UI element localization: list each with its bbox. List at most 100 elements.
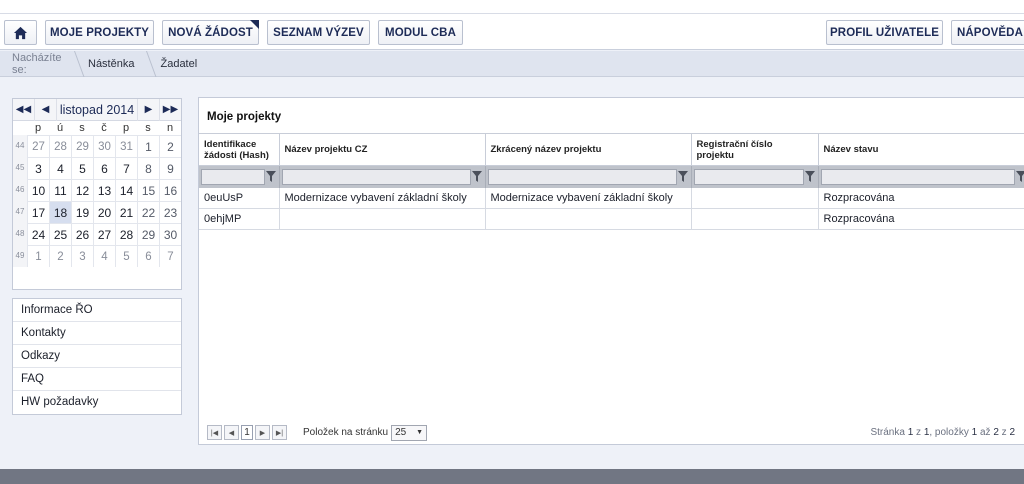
calendar-day[interactable]: 11 bbox=[49, 179, 71, 201]
calendar-day[interactable]: 1 bbox=[27, 245, 49, 267]
calendar-day[interactable]: 4 bbox=[93, 245, 115, 267]
nav-my-projects-button[interactable]: MOJE PROJEKTY bbox=[45, 20, 154, 45]
filter-funnel-icon[interactable] bbox=[804, 170, 816, 184]
nav-calls-list-button[interactable]: SEZNAM VÝZEV bbox=[267, 20, 370, 45]
calendar-day[interactable]: 20 bbox=[93, 201, 115, 223]
table-row[interactable]: 0euUsP Modernizace vybavení základní ško… bbox=[199, 187, 1024, 209]
side-menu-item-hw-requirements[interactable]: HW požadavky bbox=[13, 391, 181, 414]
calendar-week-number: 47 bbox=[13, 201, 27, 223]
calendar-day[interactable]: 2 bbox=[159, 135, 181, 157]
calendar-day[interactable]: 14 bbox=[115, 179, 137, 201]
nav-cba-module-button[interactable]: MODUL CBA bbox=[378, 20, 463, 45]
first-page-icon[interactable]: |◀ bbox=[207, 425, 222, 440]
column-header-short-name[interactable]: Zkrácený název projektu bbox=[485, 133, 692, 166]
home-button[interactable] bbox=[4, 20, 37, 45]
calendar-day[interactable]: 27 bbox=[27, 135, 49, 157]
calendar-day[interactable]: 27 bbox=[93, 223, 115, 245]
calendar-day[interactable]: 1 bbox=[137, 135, 159, 157]
calendar-week-number: 45 bbox=[13, 157, 27, 179]
filter-input-project-name[interactable] bbox=[281, 168, 471, 185]
pager-info-item-to: 2 bbox=[993, 427, 999, 438]
calendar-day[interactable]: 19 bbox=[71, 201, 93, 223]
side-menu-item-contacts[interactable]: Kontakty bbox=[13, 322, 181, 345]
pager: |◀ ◀ 1 ▶ ▶| Položek na stránku 25 ▼ Strá… bbox=[199, 420, 1024, 445]
last-page-icon[interactable]: ▶| bbox=[272, 425, 287, 440]
new-indicator-corner bbox=[250, 20, 259, 29]
calendar-day[interactable]: 18 bbox=[49, 201, 71, 223]
next-year-button[interactable]: ▶▶ bbox=[159, 98, 181, 121]
next-page-icon[interactable]: ▶ bbox=[255, 425, 270, 440]
calendar-day[interactable]: 17 bbox=[27, 201, 49, 223]
calendar-day[interactable]: 12 bbox=[71, 179, 93, 201]
prev-page-icon[interactable]: ◀ bbox=[224, 425, 239, 440]
calendar-day[interactable]: 7 bbox=[159, 245, 181, 267]
current-page-input[interactable]: 1 bbox=[241, 425, 253, 440]
next-month-button[interactable]: ▶ bbox=[137, 98, 159, 121]
calendar-day[interactable]: 24 bbox=[27, 223, 49, 245]
filter-funnel-icon[interactable] bbox=[677, 170, 689, 184]
breadcrumb: Nacházíte se: Nástěnka Žadatel bbox=[0, 51, 1024, 77]
side-menu-item-faq[interactable]: FAQ bbox=[13, 368, 181, 391]
table-row[interactable]: 0ehjMP Rozpracována bbox=[199, 208, 1024, 230]
prev-year-button[interactable]: ◀◀ bbox=[13, 98, 35, 121]
calendar-day[interactable]: 16 bbox=[159, 179, 181, 201]
calendar-day[interactable]: 8 bbox=[137, 157, 159, 179]
calendar-day[interactable]: 13 bbox=[93, 179, 115, 201]
calendar-day[interactable]: 5 bbox=[71, 157, 93, 179]
column-header-hash[interactable]: Identifikace žádosti (Hash) bbox=[199, 133, 280, 166]
calendar-day[interactable]: 30 bbox=[159, 223, 181, 245]
calendar-day[interactable]: 21 bbox=[115, 201, 137, 223]
filter-input-hash[interactable] bbox=[201, 168, 265, 185]
calendar-day[interactable]: 5 bbox=[115, 245, 137, 267]
nav-new-application-button[interactable]: NOVÁ ŽÁDOST bbox=[162, 20, 259, 45]
cell-status: Rozpracována bbox=[818, 208, 1024, 230]
per-page-value: 25 bbox=[395, 427, 407, 438]
nav-help-button[interactable]: NÁPOVĚDA bbox=[951, 20, 1024, 45]
column-header-registration-number[interactable]: Registrační číslo projektu bbox=[691, 133, 819, 166]
filter-funnel-icon[interactable] bbox=[471, 170, 483, 184]
filter-input-status[interactable] bbox=[820, 168, 1015, 185]
calendar-day[interactable]: 7 bbox=[115, 157, 137, 179]
calendar-day[interactable]: 3 bbox=[27, 157, 49, 179]
calendar-week-number: 48 bbox=[13, 223, 27, 245]
calendar-day[interactable]: 25 bbox=[49, 223, 71, 245]
calendar-day[interactable]: 6 bbox=[137, 245, 159, 267]
side-menu-item-links[interactable]: Odkazy bbox=[13, 345, 181, 368]
per-page-select[interactable]: 25 ▼ bbox=[391, 424, 428, 441]
filter-funnel-icon[interactable] bbox=[1015, 170, 1024, 184]
calendar-weekday: p bbox=[34, 122, 42, 134]
calendar-day[interactable]: 28 bbox=[49, 135, 71, 157]
filter-input-registration-number[interactable] bbox=[693, 168, 804, 185]
breadcrumb-item-dashboard[interactable]: Nástěnka bbox=[74, 51, 146, 77]
column-header-status[interactable]: Název stavu bbox=[818, 133, 1024, 166]
calendar-day[interactable]: 29 bbox=[137, 223, 159, 245]
filter-funnel-icon[interactable] bbox=[265, 170, 277, 184]
calendar-day[interactable]: 6 bbox=[93, 157, 115, 179]
side-menu: Informace ŘO Kontakty Odkazy FAQ HW poža… bbox=[12, 298, 182, 415]
calendar-day[interactable]: 31 bbox=[115, 135, 137, 157]
calendar-day[interactable]: 15 bbox=[137, 179, 159, 201]
prev-month-button[interactable]: ◀ bbox=[35, 98, 57, 121]
pager-info-to: až bbox=[979, 427, 991, 438]
calendar-day[interactable]: 28 bbox=[115, 223, 137, 245]
nav-user-profile-button[interactable]: PROFIL UŽIVATELE bbox=[826, 20, 943, 45]
calendar-day[interactable]: 23 bbox=[159, 201, 181, 223]
calendar-day[interactable]: 4 bbox=[49, 157, 71, 179]
calendar-corner bbox=[13, 121, 27, 135]
calendar-day[interactable]: 9 bbox=[159, 157, 181, 179]
calendar-day[interactable]: 29 bbox=[71, 135, 93, 157]
calendar-day[interactable]: 22 bbox=[137, 201, 159, 223]
calendar-day[interactable]: 26 bbox=[71, 223, 93, 245]
column-header-project-name[interactable]: Název projektu CZ bbox=[279, 133, 486, 166]
calendar-day[interactable]: 30 bbox=[93, 135, 115, 157]
nav-new-application-label: NOVÁ ŽÁDOST bbox=[168, 26, 253, 39]
filter-input-short-name[interactable] bbox=[487, 168, 677, 185]
calendar-day[interactable]: 3 bbox=[71, 245, 93, 267]
breadcrumb-item-applicant[interactable]: Žadatel bbox=[146, 51, 209, 77]
side-menu-item-ro-info[interactable]: Informace ŘO bbox=[13, 299, 181, 322]
calendar-weekday: s bbox=[79, 122, 85, 134]
calendar-weekday: p bbox=[122, 122, 130, 134]
calendar-day[interactable]: 2 bbox=[49, 245, 71, 267]
main-navigation: MOJE PROJEKTY NOVÁ ŽÁDOST SEZNAM VÝZEV M… bbox=[0, 14, 1024, 50]
calendar-day[interactable]: 10 bbox=[27, 179, 49, 201]
